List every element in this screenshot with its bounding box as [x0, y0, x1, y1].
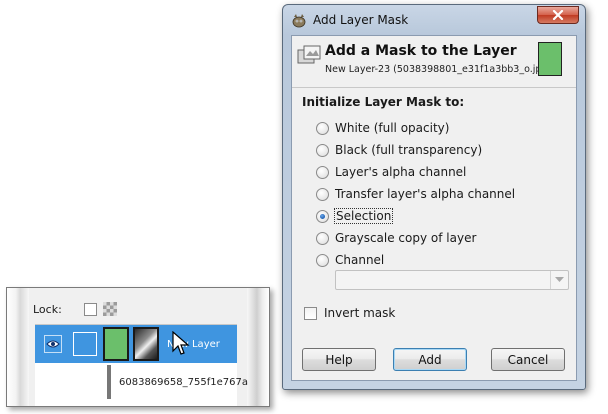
mouse-cursor-icon — [172, 330, 190, 357]
dialog-subheading: New Layer-23 (5038398801_e31f1a3bb3_o.jp… — [325, 64, 552, 75]
visibility-toggle[interactable] — [35, 335, 71, 353]
layer-preview-swatch — [538, 42, 562, 76]
dialog-content: Add a Mask to the Layer New Layer-23 (50… — [291, 35, 577, 381]
radio-button[interactable] — [316, 187, 329, 201]
radio-button[interactable] — [316, 121, 329, 135]
lock-alpha-icon[interactable] — [102, 302, 117, 316]
lock-pixels-checkbox[interactable] — [83, 302, 97, 316]
init-options: White (full opacity) Black (full transpa… — [316, 117, 560, 271]
panel-edge-left — [7, 288, 29, 406]
layer-row[interactable]: New Layer — [35, 325, 237, 363]
layer-mask-icon — [296, 44, 324, 66]
dialog-heading: Add a Mask to the Layer — [325, 43, 517, 59]
option-label[interactable]: Grayscale copy of layer — [335, 231, 476, 245]
channel-select[interactable] — [335, 270, 569, 290]
panel-edge-right — [247, 288, 269, 406]
layer-list: New Layer 6083869658_755f1e767a — [35, 324, 248, 406]
add-button[interactable]: Add — [393, 348, 467, 371]
eye-icon — [44, 335, 62, 353]
radio-button[interactable] — [316, 253, 329, 267]
layer-row[interactable]: 6083869658_755f1e767a — [35, 363, 248, 401]
window-title: Add Layer Mask — [313, 13, 409, 27]
option-label[interactable]: Selection — [333, 208, 394, 224]
layer-thumbnail[interactable] — [133, 327, 159, 361]
radio-button[interactable] — [316, 231, 329, 245]
close-icon — [552, 10, 564, 20]
chevron-down-icon[interactable] — [550, 271, 568, 289]
radio-button-selected[interactable] — [316, 209, 329, 223]
option-grayscale[interactable]: Grayscale copy of layer — [316, 227, 560, 249]
gimp-icon — [291, 12, 307, 28]
invert-mask-row[interactable]: Invert mask — [304, 306, 395, 320]
radio-button[interactable] — [316, 143, 329, 157]
option-channel[interactable]: Channel — [316, 249, 560, 271]
option-label[interactable]: White (full opacity) — [335, 121, 449, 135]
header-divider — [292, 87, 576, 88]
chain-toggle[interactable] — [73, 332, 97, 356]
add-layer-mask-dialog: Add Layer Mask Add a Mask to the Layer N… — [282, 4, 586, 390]
option-alpha[interactable]: Layer's alpha channel — [316, 161, 560, 183]
option-transfer-alpha[interactable]: Transfer layer's alpha channel — [316, 183, 560, 205]
invert-mask-label[interactable]: Invert mask — [324, 306, 395, 320]
cancel-button[interactable]: Cancel — [491, 348, 565, 371]
option-label[interactable]: Black (full transparency) — [335, 143, 482, 157]
option-label[interactable]: Transfer layer's alpha channel — [335, 187, 515, 201]
dialog-header: Add a Mask to the Layer New Layer-23 (50… — [292, 36, 576, 84]
radio-button[interactable] — [316, 165, 329, 179]
option-selection[interactable]: Selection — [316, 205, 560, 227]
close-button[interactable] — [537, 6, 579, 24]
section-title: Initialize Layer Mask to: — [302, 95, 465, 109]
option-black[interactable]: Black (full transparency) — [316, 139, 560, 161]
lock-row: Lock: — [33, 301, 117, 317]
option-label[interactable]: Layer's alpha channel — [335, 165, 466, 179]
layer-thumbnail[interactable] — [107, 365, 111, 399]
lock-label: Lock: — [33, 302, 62, 316]
invert-mask-checkbox[interactable] — [304, 306, 317, 320]
layer-mask-thumbnail[interactable] — [103, 327, 129, 361]
help-button[interactable]: Help — [302, 348, 376, 371]
layer-name[interactable]: 6083869658_755f1e767a — [119, 377, 248, 388]
option-white[interactable]: White (full opacity) — [316, 117, 560, 139]
layers-panel: Lock: New Layer 6083869658_755f1e767a — [6, 287, 270, 407]
option-label[interactable]: Channel — [335, 253, 384, 267]
title-bar[interactable]: Add Layer Mask — [283, 5, 585, 35]
